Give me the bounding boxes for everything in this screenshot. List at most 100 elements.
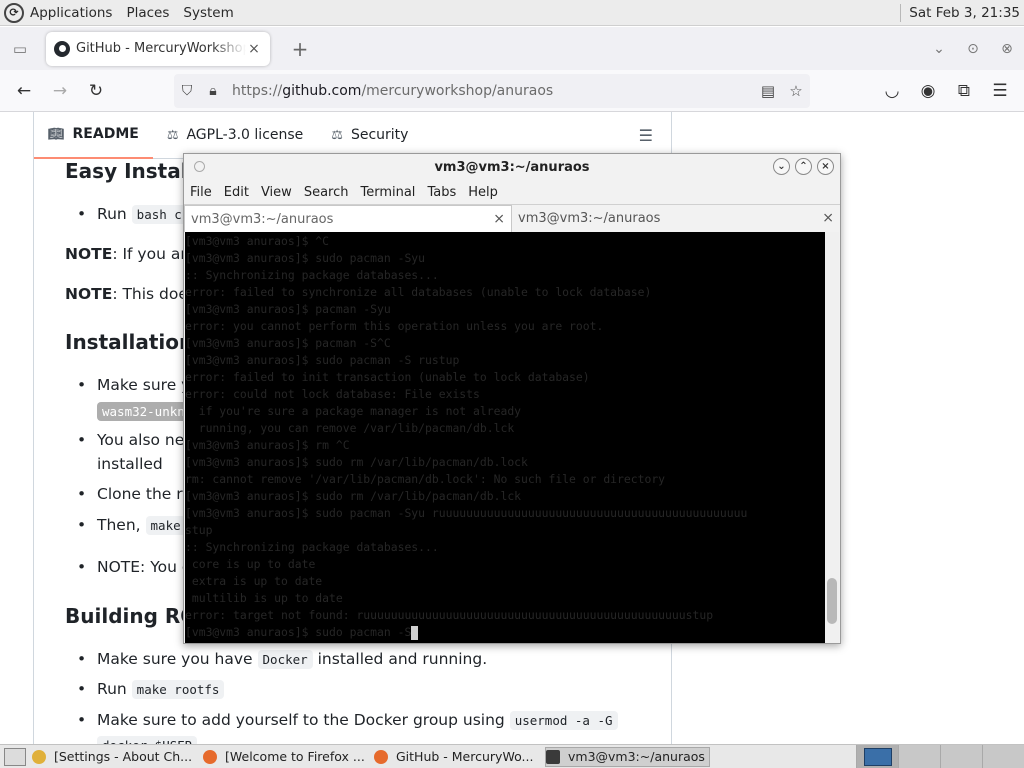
maximize-icon[interactable]: ⌃ (795, 158, 812, 175)
firefox-view-icon[interactable]: ▭ (2, 31, 38, 67)
menu-applications[interactable]: Applications (30, 5, 112, 21)
firefox-icon (203, 749, 217, 764)
terminal-titlebar[interactable]: vm3@vm3:~/anuraos ⌄ ⌃ × (184, 154, 840, 180)
terminal-line: error: you cannot perform this operation… (185, 319, 604, 333)
terminal-tab-2[interactable]: vm3@vm3:~/anuraos ⨯ (512, 205, 840, 232)
terminal-line: :: Synchronizing package databases... (185, 540, 439, 554)
terminal-icon (546, 749, 560, 764)
terminal-line: :: Synchronizing package databases... (185, 268, 439, 282)
menu-terminal[interactable]: Terminal (360, 185, 415, 200)
menu-edit[interactable]: Edit (224, 185, 249, 200)
terminal-line: error: could not lock database: File exi… (185, 387, 480, 401)
close-tab-icon[interactable]: ⨯ (493, 211, 505, 227)
show-desktop-button[interactable] (4, 747, 26, 766)
list-item: Run make rootfs (77, 680, 225, 699)
workspace-4[interactable] (982, 745, 1024, 768)
workspace-2[interactable] (898, 745, 940, 768)
menu-tabs[interactable]: Tabs (427, 185, 456, 200)
taskbar-item-github[interactable]: GitHub - MercuryWo... (374, 747, 539, 767)
minimize-icon[interactable]: ⌄ (773, 158, 790, 175)
pocket-icon[interactable]: ◡ (874, 75, 910, 107)
terminal-line: [vm3@vm3 anuraos]$ sudo pacman -S rustup (185, 353, 460, 367)
terminal-title: vm3@vm3:~/anuraos (434, 159, 590, 175)
browser-tab-github[interactable]: GitHub - MercuryWorkshop/anuraos × (46, 31, 270, 66)
outline-list-icon[interactable]: ☰ (639, 126, 653, 145)
tracking-protection-icon[interactable]: ⛉ (174, 83, 200, 99)
list-item: Then, make (77, 516, 186, 535)
minimize-window-icon[interactable]: ⊙ (956, 41, 990, 57)
list-item-continuation: docker $USER (97, 736, 198, 744)
tab-readme[interactable]: 📖︎ README (34, 112, 153, 159)
browser-tab-strip: ▭ GitHub - MercuryWorkshop/anuraos × + ⌄… (0, 27, 1024, 70)
tab-security[interactable]: ⚖︎ Security (317, 112, 422, 159)
new-tab-button[interactable]: + (284, 33, 316, 65)
list-item: Make sure to add yourself to the Docker … (77, 711, 618, 730)
close-tab-icon[interactable]: ⨯ (822, 210, 834, 226)
distro-logo-icon[interactable]: ⟳ (4, 2, 24, 23)
terminal-line: [vm3@vm3 anuraos]$ ^C (185, 234, 330, 248)
heading-easy-install: Easy Install (65, 159, 195, 183)
terminal-line: stup (185, 523, 213, 537)
list-item: Run bash c (77, 205, 187, 224)
lock-icon[interactable]: 🔒︎ (200, 83, 226, 99)
terminal-window[interactable]: vm3@vm3:~/anuraos ⌄ ⌃ × File Edit View S… (183, 153, 841, 644)
list-item: You also nee (77, 431, 194, 449)
workspace-1[interactable] (856, 745, 898, 768)
terminal-tab-1[interactable]: vm3@vm3:~/anuraos ⨯ (184, 205, 512, 232)
heading-installation: Installation (65, 330, 194, 354)
menu-help[interactable]: Help (468, 185, 498, 200)
window-menu-icon[interactable] (194, 161, 205, 172)
taskbar-item-settings[interactable]: [Settings - About Ch... (32, 747, 197, 767)
note-paragraph: NOTE: If you are (65, 245, 196, 263)
menu-file[interactable]: File (190, 185, 212, 200)
scrollbar-thumb[interactable] (827, 578, 837, 624)
url-text[interactable]: https://github.com/mercuryworkshop/anura… (232, 83, 754, 99)
menu-search[interactable]: Search (304, 185, 349, 200)
list-all-tabs-icon[interactable]: ⌄ (922, 41, 956, 57)
account-icon[interactable]: ◉ (910, 75, 946, 107)
browser-navigation-bar: ← → ↻ ⛉ 🔒︎ https://github.com/mercurywor… (0, 70, 1024, 112)
terminal-scrollbar[interactable] (825, 232, 839, 643)
reader-view-icon[interactable]: ▤ (754, 82, 782, 100)
terminal-line: [vm3@vm3 anuraos]$ sudo pacman -Syu (185, 251, 426, 265)
bottom-taskbar: [Settings - About Ch... [Welcome to Fire… (0, 744, 1024, 768)
workspace-3[interactable] (940, 745, 982, 768)
terminal-screen[interactable]: [vm3@vm3 anuraos]$ ^C [vm3@vm3 anuraos]$… (185, 232, 827, 643)
terminal-line: rm: cannot remove '/var/lib/pacman/db.lo… (185, 472, 666, 486)
tab-license[interactable]: ⚖︎ AGPL-3.0 license (153, 112, 317, 159)
firefox-icon (374, 749, 388, 764)
terminal-line: core is up to date (185, 557, 316, 571)
reload-button[interactable]: ↻ (78, 75, 114, 107)
close-icon[interactable]: × (817, 158, 834, 175)
menu-system[interactable]: System (183, 5, 233, 21)
url-bar[interactable]: ⛉ 🔒︎ https://github.com/mercuryworkshop/… (174, 74, 810, 108)
taskbar-item-welcome-firefox[interactable]: [Welcome to Firefox ... (203, 747, 368, 767)
terminal-line: error: failed to init transaction (unabl… (185, 370, 590, 384)
scale-icon: ⚖︎ (331, 127, 343, 143)
terminal-line: running, you can remove /var/lib/pacman/… (185, 421, 515, 435)
selected-code: wasm32-unkn (97, 402, 190, 421)
extensions-icon[interactable]: ⧉ (946, 75, 982, 107)
hamburger-menu-icon[interactable]: ☰ (982, 75, 1018, 107)
close-tab-icon[interactable]: × (246, 41, 262, 57)
menu-view[interactable]: View (261, 185, 292, 200)
back-button[interactable]: ← (6, 75, 42, 107)
browser-tab-title: GitHub - MercuryWorkshop/anuraos (76, 41, 246, 56)
forward-button[interactable]: → (42, 75, 78, 107)
terminal-line: [vm3@vm3 anuraos]$ sudo rm /var/lib/pacm… (185, 489, 522, 503)
list-item: Make sure y (77, 376, 190, 394)
terminal-line: [vm3@vm3 anuraos]$ rm ^C (185, 438, 350, 452)
close-window-icon[interactable]: ⊗ (990, 41, 1024, 57)
list-item: Clone the re (77, 485, 192, 503)
terminal-line: [vm3@vm3 anuraos]$ sudo pacman -Syu ruuu… (185, 506, 748, 520)
menu-places[interactable]: Places (126, 5, 169, 21)
list-item: Make sure you have Docker installed and … (77, 650, 487, 669)
terminal-cursor (411, 625, 419, 640)
panel-clock[interactable]: Sat Feb 3, 21:35 (909, 5, 1020, 21)
taskbar-item-terminal[interactable]: vm3@vm3:~/anuraos (545, 746, 710, 767)
bookmark-star-icon[interactable]: ☆ (782, 82, 810, 100)
list-item: NOTE: You c (77, 558, 190, 576)
terminal-line: [vm3@vm3 anuraos]$ sudo rm /var/lib/pacm… (185, 455, 528, 469)
chrome-icon (32, 749, 46, 764)
note-paragraph: NOTE: This does (65, 285, 196, 303)
